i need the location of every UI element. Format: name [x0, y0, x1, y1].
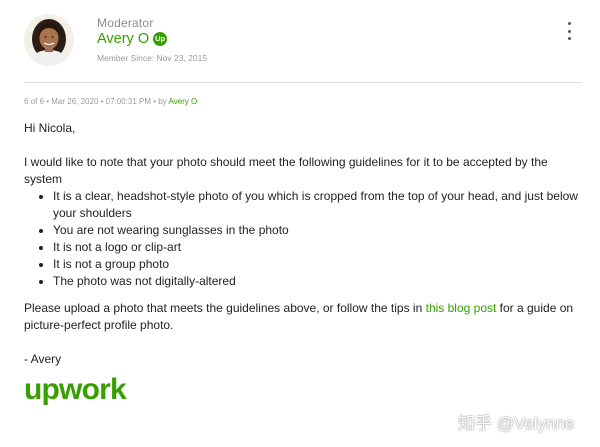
guideline-item: It is a clear, headshot-style photo of y…	[53, 188, 596, 222]
signoff: - Avery	[24, 352, 62, 366]
post-meta-author-link[interactable]: Avery O	[169, 97, 198, 106]
upwork-badge-icon: Up	[153, 32, 168, 46]
kebab-dot	[567, 37, 571, 40]
avatar-photo	[24, 14, 74, 66]
watermark: 知乎 @Velynne	[458, 414, 575, 433]
guideline-item: It is not a logo or clip-art	[53, 239, 596, 256]
member-since: Member Since: Nov 23, 2015	[97, 53, 208, 63]
guideline-item: You are not wearing sunglasses in the ph…	[53, 222, 596, 239]
upwork-logo: upwork	[24, 372, 134, 410]
closing-text: Please upload a photo that meets the gui…	[24, 301, 426, 315]
post-meta: 6 of 6 • Mar 26, 2020 • 07:00:31 PM • by…	[24, 97, 197, 106]
author-name-link[interactable]: Avery O	[97, 31, 149, 47]
upwork-logo-mark: upwork	[24, 373, 128, 406]
author-role: Moderator	[97, 16, 154, 30]
avatar[interactable]	[24, 14, 74, 66]
guidelines-list: It is a clear, headshot-style photo of y…	[37, 188, 596, 290]
guideline-item: The photo was not digitally-altered	[53, 273, 596, 290]
kebab-menu-icon[interactable]	[564, 22, 574, 40]
closing-paragraph: Please upload a photo that meets the gui…	[24, 300, 580, 334]
kebab-dot	[567, 22, 571, 25]
blog-post-link[interactable]: this blog post	[426, 301, 497, 315]
kebab-dot	[567, 29, 571, 33]
header-divider	[24, 82, 582, 83]
guideline-item: It is not a group photo	[53, 256, 596, 273]
upwork-logo-text: upwork	[24, 373, 127, 406]
author-row: Avery O Up	[97, 30, 168, 48]
post-meta-text: 6 of 6 • Mar 26, 2020 • 07:00:31 PM • by	[24, 97, 169, 106]
greeting: Hi Nicola,	[24, 121, 76, 135]
intro-paragraph: I would like to note that your photo sho…	[24, 155, 548, 186]
